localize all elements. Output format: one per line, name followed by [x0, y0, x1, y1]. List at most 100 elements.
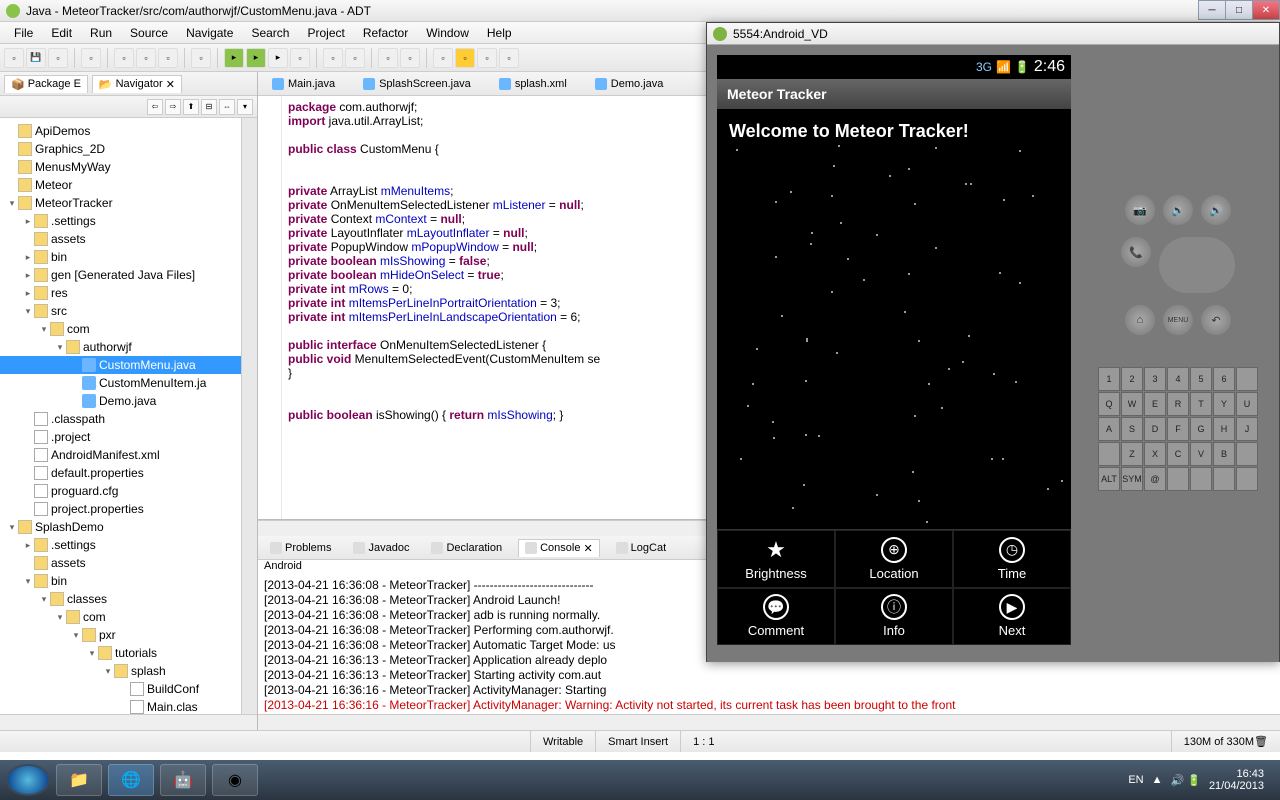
menu-navigate[interactable]: Navigate [178, 24, 241, 42]
key[interactable]: C [1167, 442, 1189, 466]
menu-run[interactable]: Run [82, 24, 120, 42]
console-hscroll[interactable] [258, 714, 1280, 730]
collapse-button[interactable]: ⊟ [201, 99, 217, 115]
tree-item[interactable]: ApiDemos [0, 122, 257, 140]
eclipse-task[interactable]: ◉ [212, 764, 258, 796]
save-all-button[interactable]: ▫ [48, 48, 68, 68]
tree-item[interactable]: ▸gen [Generated Java Files] [0, 266, 257, 284]
tree-item[interactable]: .project [0, 428, 257, 446]
tray-flag-icon[interactable]: ▲ [1152, 774, 1163, 786]
key[interactable]: 4 [1167, 367, 1189, 391]
console-tab[interactable]: Console ✕ [518, 539, 600, 557]
key[interactable]: H [1213, 417, 1235, 441]
pin-button[interactable]: ▫ [433, 48, 453, 68]
external-tools-button[interactable]: ▫ [290, 48, 310, 68]
tree-item[interactable]: ▸res [0, 284, 257, 302]
key[interactable]: B [1213, 442, 1235, 466]
tree-item[interactable]: ▸.settings [0, 536, 257, 554]
key[interactable]: A [1098, 417, 1120, 441]
menu-file[interactable]: File [6, 24, 41, 42]
key[interactable]: T [1190, 392, 1212, 416]
tree-item[interactable]: Demo.java [0, 392, 257, 410]
avd-button[interactable]: ▫ [136, 48, 156, 68]
menu-location[interactable]: ⊕Location [835, 530, 953, 588]
key[interactable]: SYM [1121, 467, 1143, 491]
tree-item[interactable]: ▸.settings [0, 212, 257, 230]
maximize-button[interactable]: □ [1225, 0, 1253, 20]
menu-edit[interactable]: Edit [43, 24, 80, 42]
windows-taskbar[interactable]: 📁 🌐 🤖 ◉ EN ▲ 🔊 🔋 16:43 21/04/2013 [0, 760, 1280, 800]
key[interactable]: 3 [1144, 367, 1166, 391]
open-type-button[interactable]: ▫ [345, 48, 365, 68]
tree-item[interactable]: CustomMenu.java [0, 356, 257, 374]
android-task[interactable]: 🤖 [160, 764, 206, 796]
navigator-tree[interactable]: ApiDemosGraphics_2DMenusMyWayMeteor▾Mete… [0, 118, 257, 714]
tree-item[interactable]: BuildConf [0, 680, 257, 698]
tree-hscroll[interactable] [0, 714, 257, 730]
key[interactable]: Z [1121, 442, 1143, 466]
tree-item[interactable]: ▾tutorials [0, 644, 257, 662]
tree-item[interactable]: assets [0, 554, 257, 572]
minimize-button[interactable]: ─ [1198, 0, 1226, 20]
annotation-button[interactable]: ▫ [400, 48, 420, 68]
tree-item[interactable]: project.properties [0, 500, 257, 518]
key[interactable] [1167, 467, 1189, 491]
menu-comment[interactable]: 💬Comment [717, 588, 835, 646]
fwd-button[interactable]: ⇨ [165, 99, 181, 115]
new-button[interactable]: ▫ [4, 48, 24, 68]
tree-item[interactable]: AndroidManifest.xml [0, 446, 257, 464]
tree-item[interactable]: proguard.cfg [0, 482, 257, 500]
menu-search[interactable]: Search [243, 24, 297, 42]
key[interactable] [1213, 467, 1235, 491]
menu-window[interactable]: Window [418, 24, 477, 42]
toggle-button[interactable]: ▫ [477, 48, 497, 68]
key[interactable]: Q [1098, 392, 1120, 416]
up-button[interactable]: ⬆ [183, 99, 199, 115]
tree-item[interactable]: assets [0, 230, 257, 248]
editor-tab[interactable]: SplashScreen.java [357, 76, 477, 92]
editor-tab[interactable]: Demo.java [589, 76, 670, 92]
tree-item[interactable]: ▸bin [0, 248, 257, 266]
tree-item[interactable]: ▾bin [0, 572, 257, 590]
key[interactable]: @ [1144, 467, 1166, 491]
key[interactable]: 6 [1213, 367, 1235, 391]
save-button[interactable]: 💾 [26, 48, 46, 68]
tree-item[interactable]: Meteor [0, 176, 257, 194]
key[interactable] [1098, 442, 1120, 466]
tree-item[interactable]: ▾SplashDemo [0, 518, 257, 536]
chrome-task[interactable]: 🌐 [108, 764, 154, 796]
tree-item[interactable]: ▾src [0, 302, 257, 320]
tree-item[interactable]: CustomMenuItem.ja [0, 374, 257, 392]
key[interactable]: E [1144, 392, 1166, 416]
tree-item[interactable]: ▾com [0, 608, 257, 626]
tree-item[interactable]: ▾MeteorTracker [0, 194, 257, 212]
editor-tab[interactable]: Main.java [266, 76, 341, 92]
key[interactable]: W [1121, 392, 1143, 416]
tree-item[interactable]: ▾splash [0, 662, 257, 680]
menu-info[interactable]: ⓘInfo [835, 588, 953, 646]
dpad[interactable] [1159, 237, 1235, 293]
key[interactable]: 5 [1190, 367, 1212, 391]
close-button[interactable]: ✕ [1252, 0, 1280, 20]
cap-button[interactable]: ▫ [499, 48, 519, 68]
new-project-button[interactable]: ▫ [191, 48, 211, 68]
key[interactable]: 2 [1121, 367, 1143, 391]
back-hw-button[interactable]: ↶ [1201, 305, 1231, 335]
search-button[interactable]: ▫ [378, 48, 398, 68]
tree-item[interactable]: ▾authorwjf [0, 338, 257, 356]
key[interactable]: S [1121, 417, 1143, 441]
logcat-tab[interactable]: LogCat [610, 540, 672, 556]
menu-hw-button[interactable]: MENU [1163, 305, 1193, 335]
emulator-keyboard[interactable]: 123456QWERTYUASDFGHJZXCVBALTSYM@ [1098, 367, 1258, 491]
tree-item[interactable]: default.properties [0, 464, 257, 482]
home-button[interactable]: ⌂ [1125, 305, 1155, 335]
run-button[interactable]: ▸ [246, 48, 266, 68]
menu-refactor[interactable]: Refactor [355, 24, 416, 42]
lint-button[interactable]: ▫ [158, 48, 178, 68]
tree-item[interactable]: Graphics_2D [0, 140, 257, 158]
key[interactable]: V [1190, 442, 1212, 466]
javadoc-tab[interactable]: Javadoc [347, 540, 415, 556]
key[interactable]: J [1236, 417, 1258, 441]
new-package-button[interactable]: ▫ [323, 48, 343, 68]
link-button[interactable]: ⇔ [219, 99, 235, 115]
